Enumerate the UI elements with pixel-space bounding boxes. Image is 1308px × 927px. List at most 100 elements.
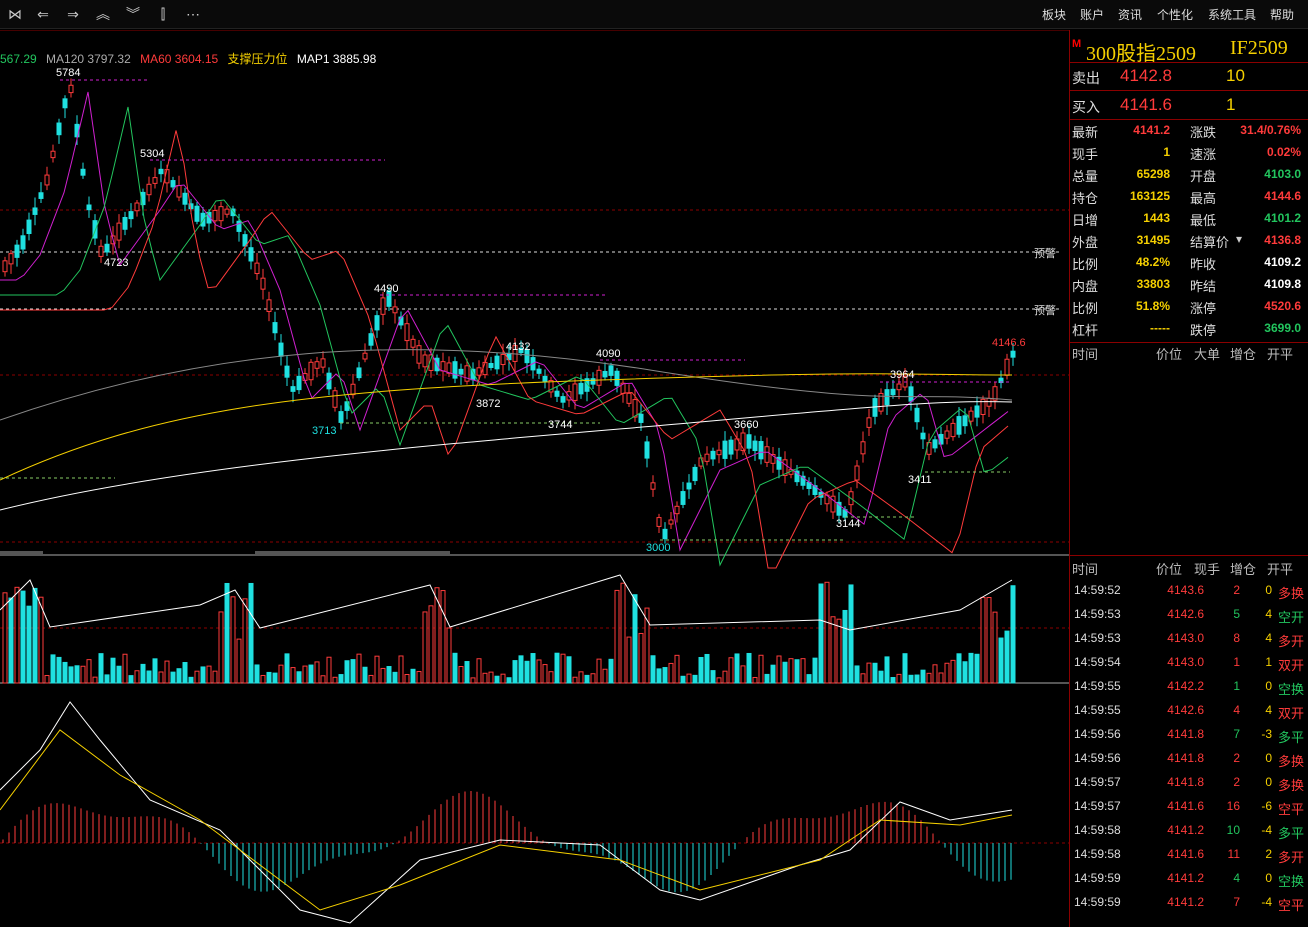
trade-cell: 14:59:56: [1074, 751, 1121, 765]
volume-bar: [362, 666, 368, 684]
trade-cell: 4143.0: [1167, 655, 1204, 669]
volume-bar: [932, 664, 938, 684]
volume-bar: [386, 666, 392, 684]
trade-cell: 2: [1233, 751, 1240, 765]
column-header[interactable]: 现手: [1194, 559, 1220, 578]
quote-label: 日增: [1072, 213, 1099, 228]
volume-bar: [302, 665, 308, 684]
quote-label: 昨收: [1190, 257, 1217, 272]
trade-cell: 4142.2: [1167, 679, 1204, 693]
candle-body: [290, 386, 296, 392]
menu-news[interactable]: 资讯: [1118, 6, 1142, 23]
trade-cell: 14:59:59: [1074, 895, 1121, 909]
buy-volume: 1: [1226, 95, 1236, 114]
column-header[interactable]: 开平: [1267, 559, 1293, 578]
menu-help[interactable]: 帮助: [1270, 6, 1294, 23]
menu-personalize[interactable]: 个性化: [1157, 6, 1193, 23]
trade-cell: 双开: [1277, 658, 1304, 673]
candle-body: [404, 323, 410, 342]
trade-cell: 1: [1233, 655, 1240, 669]
back-icon[interactable]: ⇐: [34, 5, 52, 23]
more-icon[interactable]: ⋯: [184, 5, 202, 23]
trade-cell: 2: [1233, 775, 1240, 789]
trade-cell: 14:59:58: [1074, 847, 1121, 861]
column-header[interactable]: 价位: [1156, 559, 1182, 578]
collapse-icon[interactable]: ⋈: [6, 5, 24, 23]
candle-body: [224, 208, 230, 215]
candle-body: [614, 370, 620, 386]
candle-body: [422, 354, 428, 368]
trade-cell: 5: [1233, 607, 1240, 621]
column-header[interactable]: 增仓: [1230, 559, 1256, 578]
settlement-dropdown-icon[interactable]: ▾: [1236, 232, 1242, 246]
candle-body: [854, 465, 860, 481]
candle-body: [320, 358, 326, 368]
volume-bar: [440, 590, 446, 684]
volume-bar: [944, 662, 950, 684]
volume-bar: [554, 652, 560, 684]
candle-body: [722, 440, 728, 459]
candle-body: [272, 322, 278, 334]
down-icon[interactable]: ︾: [124, 5, 142, 23]
candle-body: [602, 370, 608, 378]
volume-bar: [848, 584, 854, 684]
trade-cell: 多开: [1277, 634, 1304, 649]
candle-body: [542, 375, 548, 382]
candle-body: [14, 244, 20, 258]
candle-body: [362, 352, 368, 360]
column-header[interactable]: 大单: [1194, 344, 1220, 363]
volume-bar: [86, 659, 92, 684]
macd-dif-line: [0, 701, 1013, 924]
menu-system-tools[interactable]: 系统工具: [1208, 6, 1256, 23]
candle-body: [680, 491, 686, 505]
volume-bar: [404, 674, 410, 684]
trade-cell: 4141.8: [1167, 775, 1204, 789]
column-header[interactable]: 时间: [1072, 559, 1098, 578]
menu-sector[interactable]: 板块: [1042, 6, 1066, 23]
volume-bar: [482, 672, 488, 684]
volume-bar: [62, 661, 68, 684]
volume-bar: [272, 672, 278, 684]
quote-value: 4144.6: [1264, 189, 1301, 203]
column-header[interactable]: 时间: [1072, 344, 1098, 363]
quote-label: 涨跌: [1190, 125, 1217, 140]
quote-value: 4103.0: [1264, 167, 1301, 181]
candle-body: [950, 422, 956, 438]
up-icon[interactable]: ︽: [94, 5, 112, 23]
quote-label: 现手: [1072, 147, 1099, 162]
chart-add-icon[interactable]: ⫿: [154, 5, 172, 23]
volume-bar: [638, 632, 644, 684]
volume-bar: [500, 673, 506, 684]
menu-account[interactable]: 账户: [1080, 6, 1104, 23]
trade-cell: 多换: [1277, 754, 1304, 769]
candle-body: [410, 338, 416, 348]
candle-body: [218, 206, 224, 222]
volume-bar: [350, 659, 356, 684]
trade-cell: 多平: [1277, 730, 1304, 745]
candle-body: [368, 333, 374, 346]
column-header[interactable]: 开平: [1267, 344, 1293, 363]
volume-bar: [896, 673, 902, 684]
quote-value: 3699.0: [1264, 321, 1301, 335]
trade-cell: 4141.8: [1167, 751, 1204, 765]
volume-bar: [422, 611, 428, 684]
warn-label-2[interactable]: 预警: [1034, 302, 1056, 318]
sell-volume: 10: [1226, 66, 1245, 85]
quote-label: 开盘: [1190, 169, 1217, 184]
candle-body: [104, 243, 110, 253]
forward-icon[interactable]: ⇒: [64, 5, 82, 23]
sell-price[interactable]: 4142.8: [1120, 66, 1172, 86]
column-header[interactable]: 增仓: [1230, 344, 1256, 363]
quote-label: 杠杆: [1072, 323, 1099, 338]
annotation-3000: 3000: [646, 542, 671, 554]
volume-bar: [104, 674, 110, 684]
volume-bar: [200, 666, 206, 684]
volume-bar: [518, 655, 524, 684]
volume-bar: [836, 618, 842, 684]
volume-bar: [182, 662, 188, 684]
column-header[interactable]: 价位: [1156, 344, 1182, 363]
buy-price[interactable]: 4141.6: [1120, 95, 1172, 115]
warn-label-1[interactable]: 预警: [1034, 245, 1056, 261]
candle-body: [50, 150, 56, 159]
candle-body: [182, 192, 188, 205]
